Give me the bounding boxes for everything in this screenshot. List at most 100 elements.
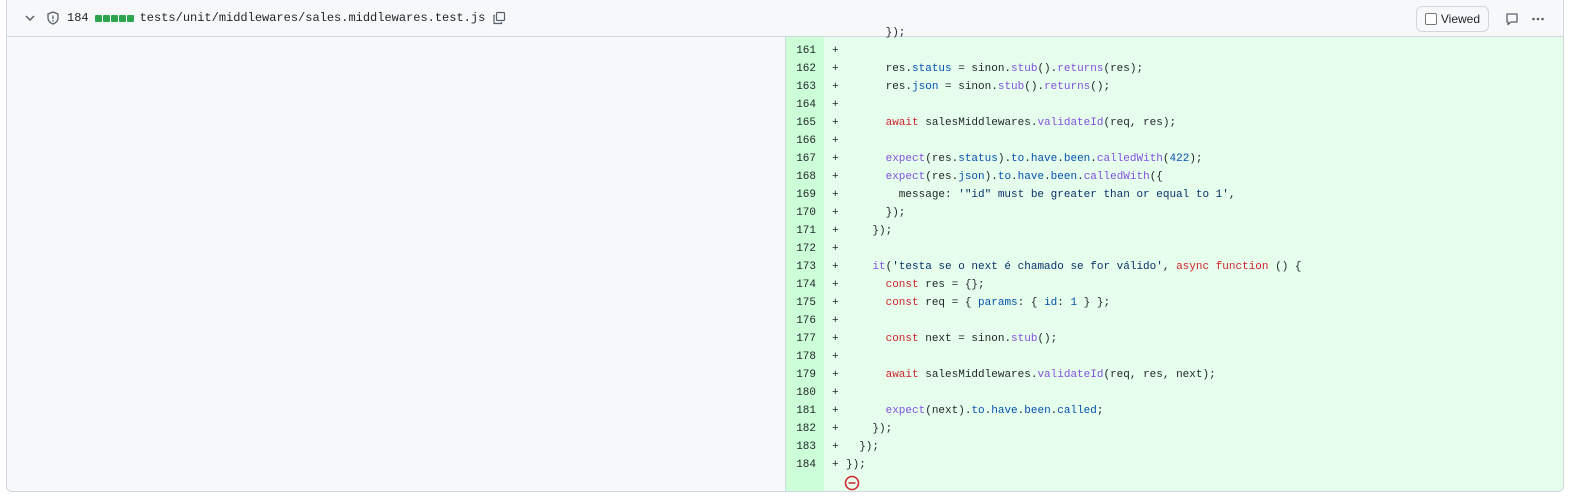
line-number[interactable]: 172 — [786, 240, 824, 258]
line-number[interactable]: 163 — [786, 78, 824, 96]
code-token: . — [1057, 153, 1064, 165]
code-token: res. — [846, 63, 913, 75]
code-token: 'testa se o next é chamado se for válido… — [892, 261, 1163, 273]
diff-line: 173 + it('testa se o next é chamado se fo… — [786, 258, 1563, 276]
code-token: returns — [1044, 81, 1091, 93]
diff-line: 178 + — [786, 348, 1563, 366]
addition-marker: + — [832, 243, 839, 255]
code-token: returns — [1057, 63, 1104, 75]
addition-marker: + — [832, 297, 839, 309]
no-entry-icon — [844, 475, 860, 491]
diff-line: 167 + expect(res.status).to.have.been.cal… — [786, 150, 1563, 168]
line-number[interactable]: 161 — [786, 42, 824, 60]
copy-icon[interactable] — [491, 10, 507, 26]
line-code: expect(next).to.have.been.called; — [842, 402, 1104, 420]
code-token: req = { — [918, 297, 979, 309]
diff-line: 175 + const req = { params: { id: 1 } }; — [786, 294, 1563, 312]
code-token: const — [885, 297, 919, 309]
diff-line: 161 + — [786, 42, 1563, 60]
code-token: ). — [984, 171, 998, 183]
line-code: message: '"id" must be greater than or e… — [842, 186, 1236, 204]
code-token: (next). — [925, 405, 972, 417]
line-number[interactable]: 169 — [786, 186, 824, 204]
line-code: }); — [842, 204, 906, 222]
code-token: status — [958, 153, 998, 165]
diff-line: 171 + }); — [786, 222, 1563, 240]
addition-marker: + — [832, 387, 839, 399]
line-number[interactable]: 168 — [786, 168, 824, 186]
code-token: . — [1077, 171, 1084, 183]
partial-line: }); — [846, 27, 906, 39]
code-token: stub — [1011, 63, 1038, 75]
diff-line: 184 +}); — [786, 456, 1563, 474]
code-token: (res. — [925, 171, 959, 183]
addition-marker: + — [832, 99, 839, 111]
code-token: (); — [1090, 81, 1111, 93]
file-path[interactable]: tests/unit/middlewares/sales.middlewares… — [140, 11, 486, 25]
code-token: const — [885, 333, 919, 345]
code-token: . — [1024, 153, 1031, 165]
code-token: expect — [885, 153, 926, 165]
addition-marker: + — [832, 459, 839, 471]
line-code: await salesMiddlewares.validateId(req, r… — [842, 114, 1176, 132]
line-number[interactable]: 170 — [786, 204, 824, 222]
code-token: , — [1162, 261, 1177, 273]
line-number[interactable]: 177 — [786, 330, 824, 348]
line-number[interactable]: 178 — [786, 348, 824, 366]
code-token: json — [958, 171, 985, 183]
diff-line: 174 + const res = {}; — [786, 276, 1563, 294]
line-number[interactable]: 175 — [786, 294, 824, 312]
line-number[interactable]: 183 — [786, 438, 824, 456]
line-number[interactable]: 162 — [786, 60, 824, 78]
code-token: (res); — [1103, 63, 1144, 75]
line-code: }); — [842, 420, 892, 438]
code-token: expect — [885, 405, 926, 417]
diff-body: }); 161 +162 + res.status = sinon.stub().r… — [7, 27, 1563, 491]
code-token: . — [1011, 171, 1018, 183]
line-number[interactable]: 165 — [786, 114, 824, 132]
code-token: (req, res); — [1103, 117, 1177, 129]
code-token: validateId — [1037, 369, 1104, 381]
chevron-down-icon[interactable] — [21, 9, 39, 27]
diff-line: 180 + — [786, 384, 1563, 402]
addition-marker: + — [832, 135, 839, 147]
line-number[interactable]: 179 — [786, 366, 824, 384]
line-number[interactable]: 171 — [786, 222, 824, 240]
line-code: }); — [842, 222, 892, 240]
code-token: res = {}; — [918, 279, 985, 291]
code-token: params — [978, 297, 1018, 309]
addition-marker: + — [832, 423, 839, 435]
line-code: res.json = sinon.stub().returns(); — [842, 78, 1111, 96]
line-number[interactable]: 174 — [786, 276, 824, 294]
line-code: const next = sinon.stub(); — [842, 330, 1058, 348]
line-code: const res = {}; — [842, 276, 985, 294]
diff-line: 162 + res.status = sinon.stub().returns(r… — [786, 60, 1563, 78]
code-token: ( — [1162, 153, 1170, 165]
code-token: await — [885, 117, 919, 129]
addition-marker: + — [832, 405, 839, 417]
line-number[interactable]: 181 — [786, 402, 824, 420]
line-number[interactable]: 173 — [786, 258, 824, 276]
line-number[interactable]: 167 — [786, 150, 824, 168]
code-token: (res. — [925, 153, 959, 165]
addition-marker: + — [832, 153, 839, 165]
addition-marker: + — [832, 171, 839, 183]
diff-line: 168 + expect(res.json).to.have.been.calle… — [786, 168, 1563, 186]
line-number[interactable]: 164 — [786, 96, 824, 114]
line-number[interactable]: 176 — [786, 312, 824, 330]
code-token: }); — [846, 207, 906, 219]
line-number[interactable]: 180 — [786, 384, 824, 402]
line-number[interactable]: 166 — [786, 132, 824, 150]
line-code: expect(res.json).to.have.been.calledWith… — [842, 168, 1163, 186]
addition-marker: + — [832, 441, 839, 453]
line-number[interactable]: 182 — [786, 420, 824, 438]
addition-marker: + — [832, 261, 839, 273]
code-token: : { — [1017, 297, 1045, 309]
line-number[interactable]: 184 — [786, 456, 824, 474]
